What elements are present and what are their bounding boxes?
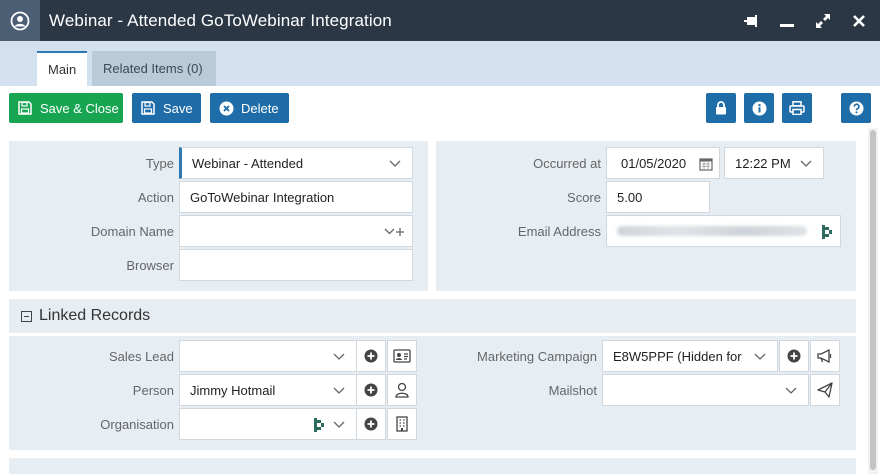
action-label: Action — [137, 190, 174, 205]
help-icon[interactable] — [841, 93, 871, 123]
chevron-down-icon — [753, 350, 767, 364]
mailshot-select[interactable] — [602, 374, 809, 406]
domain-name-select[interactable] — [179, 215, 413, 247]
pin-icon[interactable] — [740, 10, 762, 32]
person-label: Person — [132, 383, 174, 398]
close-icon[interactable] — [848, 10, 870, 32]
organisation-label: Organisation — [100, 417, 174, 432]
person-select[interactable]: Jimmy Hotmail — [179, 374, 357, 406]
save-close-button[interactable]: Save & Close — [9, 93, 123, 123]
type-label: Type — [145, 156, 174, 171]
delete-button[interactable]: Delete — [210, 93, 289, 123]
domain-name-label: Domain Name — [90, 224, 174, 239]
action-field[interactable]: GoToWebinar Integration — [179, 181, 413, 213]
score-field[interactable]: 5.00 — [606, 181, 710, 213]
chevron-down-icon — [332, 350, 346, 364]
title-bar: Webinar - Attended GoToWebinar Integrati… — [0, 0, 880, 41]
tab-main[interactable]: Main — [37, 51, 88, 86]
save-icon — [17, 100, 33, 116]
delete-label: Delete — [241, 100, 279, 116]
brand-logo-icon[interactable] — [820, 225, 834, 239]
chevron-down-icon — [799, 157, 813, 171]
sales-lead-label: Sales Lead — [108, 349, 174, 364]
organisation-select[interactable] — [179, 408, 357, 440]
person-value: Jimmy Hotmail — [190, 382, 276, 398]
occurred-at-label: Occurred at — [533, 156, 601, 171]
lock-icon[interactable] — [706, 93, 736, 123]
add-person-button[interactable] — [356, 374, 386, 406]
type-value: Webinar - Attended — [192, 155, 304, 171]
save-button[interactable]: Save — [132, 93, 201, 123]
scrollbar[interactable] — [868, 128, 878, 474]
action-value: GoToWebinar Integration — [190, 189, 335, 205]
plus-circle-icon — [787, 349, 801, 363]
plus-circle-icon — [364, 349, 378, 363]
save-close-label: Save & Close — [40, 100, 119, 116]
linked-records-header[interactable]: Linked Records — [9, 299, 856, 333]
window-title: Webinar - Attended GoToWebinar Integrati… — [49, 10, 392, 30]
expand-icon[interactable] — [812, 10, 834, 32]
sales-lead-select[interactable] — [179, 340, 357, 372]
chevron-down-icon — [332, 384, 346, 398]
send-icon[interactable] — [810, 374, 840, 406]
delete-circle-icon — [218, 100, 234, 116]
building-icon[interactable] — [387, 408, 417, 440]
tab-related-items[interactable]: Related Items (0) — [92, 51, 216, 86]
chevron-add-icon — [384, 225, 406, 239]
collapse-icon[interactable] — [21, 310, 32, 322]
user-icon[interactable] — [0, 0, 40, 41]
linked-records-title: Linked Records — [39, 307, 151, 324]
save-icon — [140, 100, 156, 116]
marketing-campaign-label: Marketing Campaign — [477, 349, 597, 364]
plus-circle-icon — [364, 417, 378, 431]
redacted-email — [617, 226, 807, 236]
brand-logo-icon[interactable] — [312, 418, 326, 432]
chevron-down-icon — [332, 418, 346, 432]
chevron-down-icon — [784, 384, 798, 398]
type-select[interactable]: Webinar - Attended — [179, 147, 413, 179]
plus-circle-icon — [364, 383, 378, 397]
browser-field[interactable] — [179, 249, 413, 281]
score-label: Score — [567, 190, 601, 205]
marketing-campaign-value: E8W5PPF (Hidden for — [613, 348, 742, 364]
calendar-icon[interactable] — [699, 157, 713, 171]
save-label: Save — [163, 100, 193, 116]
score-value: 5.00 — [617, 189, 643, 205]
add-organisation-button[interactable] — [356, 408, 386, 440]
next-section-panel — [9, 458, 856, 474]
contact-card-icon[interactable] — [387, 340, 417, 372]
mailshot-label: Mailshot — [548, 383, 597, 398]
email-address-field[interactable] — [606, 215, 841, 247]
tab-bar: Main Related Items (0) — [0, 41, 880, 86]
megaphone-icon[interactable] — [810, 340, 840, 372]
browser-label: Browser — [126, 258, 174, 273]
chevron-down-icon — [388, 157, 402, 171]
marketing-campaign-select[interactable]: E8W5PPF (Hidden for — [602, 340, 778, 372]
scrollbar-thumb[interactable] — [870, 130, 876, 470]
minimize-icon[interactable] — [776, 10, 798, 32]
occurred-time-select[interactable]: 12:22 PM — [724, 147, 824, 179]
add-campaign-button[interactable] — [779, 340, 809, 372]
person-icon[interactable] — [387, 374, 417, 406]
email-address-label: Email Address — [517, 224, 601, 239]
occurred-date-value: 01/05/2020 — [621, 155, 687, 171]
info-icon[interactable] — [744, 93, 774, 123]
occurred-date-field[interactable]: 01/05/2020 — [606, 147, 720, 179]
add-sales-lead-button[interactable] — [356, 340, 386, 372]
print-icon[interactable] — [782, 93, 812, 123]
occurred-time-value: 12:22 PM — [735, 155, 791, 171]
